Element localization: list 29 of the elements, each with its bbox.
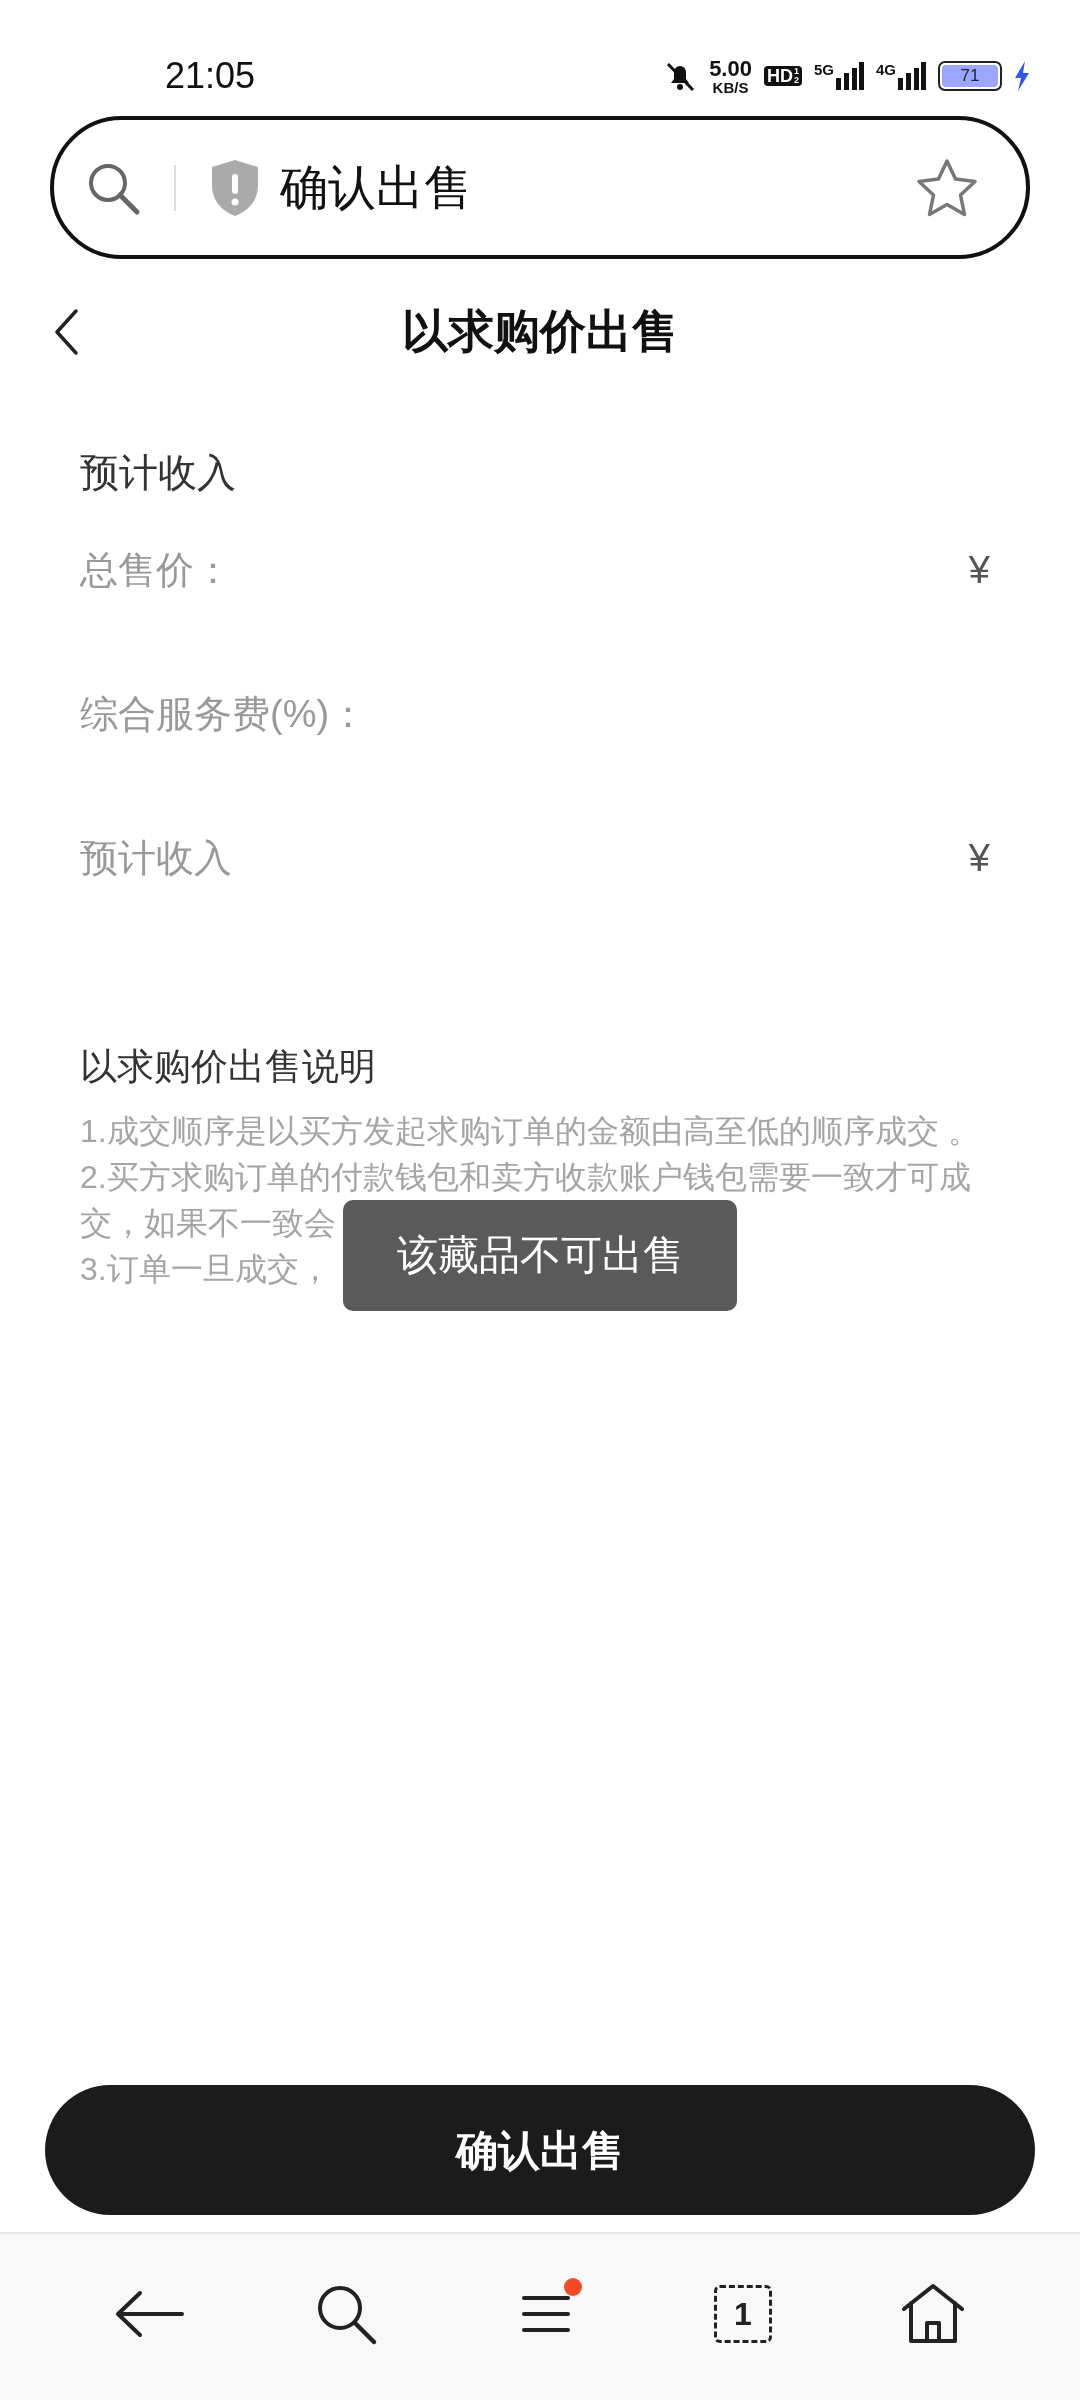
screen-title: 以求购价出售 bbox=[402, 304, 678, 359]
home-icon[interactable] bbox=[900, 2283, 966, 2345]
back-arrow-icon[interactable] bbox=[114, 2289, 186, 2339]
signal-icon bbox=[836, 62, 864, 90]
address-bar[interactable]: 确认出售 bbox=[50, 116, 1030, 259]
speed-unit: KB/S bbox=[712, 79, 749, 95]
network-type: 5G bbox=[813, 62, 834, 77]
page-title: 确认出售 bbox=[280, 159, 472, 216]
signal-icon bbox=[898, 62, 926, 90]
note-text: 3.订单一旦成交， bbox=[80, 1250, 331, 1289]
currency-value: ¥ bbox=[968, 548, 990, 593]
field-label: 预计收入 bbox=[80, 836, 232, 881]
field-label: 总售价： bbox=[80, 548, 232, 593]
sim-number: 2 bbox=[793, 76, 799, 85]
section-heading: 以求购价出售说明 bbox=[80, 1044, 377, 1089]
network-speed: 5.00 bbox=[709, 57, 752, 80]
currency-value: ¥ bbox=[968, 836, 990, 881]
star-icon[interactable] bbox=[916, 157, 978, 218]
note-text: 1.成交顺序是以买方发起求购订单的金额由高至低的顺序成交 。 bbox=[80, 1112, 980, 1151]
confirm-button[interactable]: 确认出售 bbox=[45, 2085, 1035, 2215]
sim-number: 1 bbox=[793, 67, 799, 76]
menu-icon bbox=[522, 2294, 570, 2334]
field-label: 综合服务费(%)： bbox=[80, 692, 368, 737]
hd-label: HD bbox=[766, 67, 793, 85]
network-type: 4G bbox=[876, 62, 896, 77]
battery-level: 71 bbox=[960, 65, 980, 88]
section-heading: 预计收入 bbox=[80, 450, 237, 496]
tabs-button[interactable]: 1 bbox=[714, 2285, 772, 2343]
clock-time: 21:05 bbox=[165, 54, 256, 98]
